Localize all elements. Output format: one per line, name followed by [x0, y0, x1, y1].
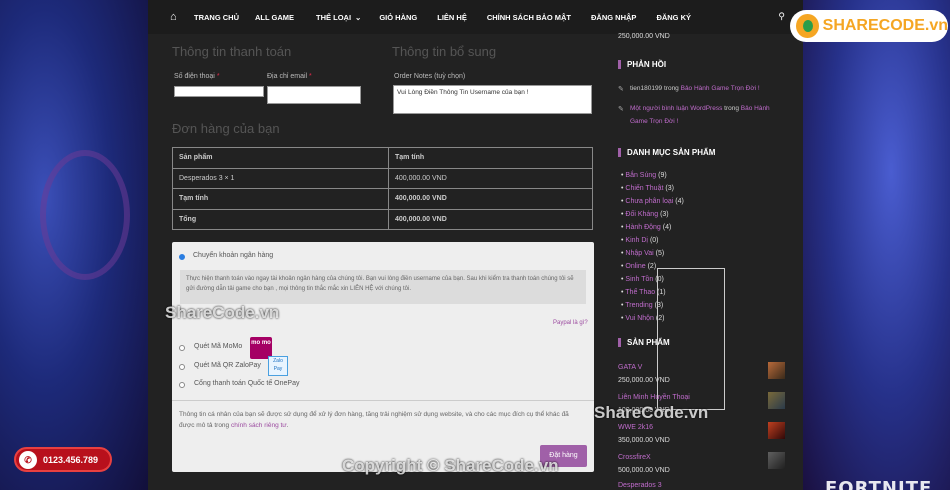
privacy-policy-link[interactable]: chính sách riêng tư [231, 422, 287, 429]
product-thumbnail[interactable] [768, 422, 785, 439]
nav-item-home[interactable]: TRANG CHỦ [194, 13, 239, 22]
table-header-subtotal: Tạm tính [388, 147, 593, 169]
nav-item-contact[interactable]: LIÊN HỆ [437, 13, 467, 22]
watermark: ShareCode.vn [165, 303, 280, 322]
radio-bank-transfer[interactable] [179, 254, 185, 260]
comment-item: ✎ Một người bình luận WordPress trong Bảo… [618, 105, 770, 125]
table-row: Sản phẩm Tạm tính [172, 147, 593, 169]
product-thumbnail[interactable] [768, 452, 785, 469]
sidebar-top-price: 250,000.00 VND [618, 33, 670, 40]
category-item[interactable]: • Chiến Thuật (3) [621, 185, 674, 192]
fortnite-logo: FORTNITE [825, 478, 933, 490]
divider [172, 400, 594, 401]
table-cell: Desperados 3 × 1 [172, 167, 389, 189]
nav-item-privacy[interactable]: CHÍNH SÁCH BẢO MẬT [487, 13, 571, 22]
comment-post-link[interactable]: Bảo Hành Game Trọn Đời ! [681, 85, 760, 92]
product-thumbnail[interactable] [768, 392, 785, 409]
product-price: 250,000.00 VND [618, 377, 670, 384]
bank-transfer-note: Thực hiện thanh toán vào ngay tài khoản … [180, 270, 586, 304]
radio-zalopay[interactable] [179, 364, 185, 370]
nav-item-login[interactable]: ĐĂNG NHẬP [591, 13, 636, 22]
background-left [0, 0, 148, 490]
table-cell: 400,000.00 VND [388, 167, 593, 189]
category-item[interactable]: • Kinh Dị (0) [621, 237, 659, 244]
phone-icon: ✆ [19, 450, 37, 469]
table-row: Tổng 400,000.00 VND [172, 208, 593, 230]
category-item[interactable]: • Hành Động (4) [621, 224, 671, 231]
product-name[interactable]: Liên Minh Huyền Thoại [618, 394, 690, 401]
chevron-down-icon[interactable]: ⌄ [355, 13, 361, 22]
product-price: 350,000.00 VND [618, 437, 670, 444]
watermark: ShareCode.vn [594, 403, 709, 422]
order-notes-textarea[interactable]: Vui Lòng Điền Thông Tin Username của bạn… [393, 85, 592, 114]
sharecode-logo: SHARECODE.vn [790, 10, 948, 42]
comment-author-link[interactable]: Một người bình luận WordPress [630, 105, 722, 112]
nav-item-register[interactable]: ĐĂNG KÝ [656, 13, 691, 22]
table-cell: Tổng [172, 208, 389, 230]
ferris-wheel-art [40, 150, 130, 280]
table-cell: Tạm tính [172, 188, 389, 210]
feedback-title: PHẢN HỒI [618, 60, 666, 69]
nav-item-category[interactable]: THỂ LOẠI [316, 13, 351, 22]
nav-item-cart[interactable]: GIỎ HÀNG [379, 13, 417, 22]
comment-icon: ✎ [618, 106, 624, 113]
email-input[interactable] [267, 86, 361, 104]
home-icon[interactable]: ⌂ [170, 11, 192, 23]
table-cell: 400,000.00 VND [388, 208, 593, 230]
category-item[interactable]: • Bắn Súng (9) [621, 172, 667, 179]
nav-item-all-game[interactable]: ALL GAME [255, 13, 294, 22]
categories-title: DANH MỤC SẢN PHẨM [618, 148, 715, 157]
privacy-text: Thông tin cá nhân của bạn sẽ được sử dụn… [179, 411, 569, 429]
payment-onepay-label[interactable]: Cổng thanh toán Quốc tế OnePay [194, 380, 299, 387]
table-cell: 400,000.00 VND [388, 188, 593, 210]
table-row: Desperados 3 × 1 400,000.00 VND [172, 167, 593, 189]
sharecode-mark-icon [796, 14, 819, 38]
call-button[interactable]: ✆ 0123.456.789 [14, 447, 112, 472]
order-notes-label: Order Notes (tuỳ chọn) [394, 73, 466, 80]
extra-info-title: Thông tin bổ sung [392, 44, 497, 59]
comment-icon: ✎ [618, 86, 624, 93]
comment-item: ✎ tien180199 trong Bảo Hành Game Trọn Đời… [618, 82, 780, 95]
payment-momo-label[interactable]: Quét Mã MoMo [194, 343, 242, 350]
product-price: 500,000.00 VND [618, 467, 670, 474]
billing-title: Thông tin thanh toán [172, 44, 292, 59]
search-icon[interactable]: ⚲ [778, 11, 785, 22]
order-table: Sản phẩm Tạm tính Desperados 3 × 1 400,0… [172, 147, 593, 230]
product-name[interactable]: GATA V [618, 364, 642, 371]
category-item[interactable]: • Online (2) [621, 263, 656, 270]
watermark: Copyright © ShareCode.vn [342, 456, 559, 475]
zalopay-logo: Zalo Pay [268, 356, 288, 376]
products-title: SẢN PHẨM [618, 338, 670, 347]
table-row: Tạm tính 400,000.00 VND [172, 188, 593, 210]
table-header-product: Sản phẩm [172, 147, 389, 169]
category-item[interactable]: • Đối Kháng (3) [621, 211, 669, 218]
product-name[interactable]: Desperados 3 [618, 482, 662, 489]
product-name[interactable]: CrossfireX [618, 454, 651, 461]
order-title: Đơn hàng của bạn [172, 121, 280, 136]
category-item[interactable]: • Nhập Vai (5) [621, 250, 664, 257]
email-label: Địa chỉ email * [267, 73, 312, 80]
category-item[interactable]: • Chưa phân loại (4) [621, 198, 684, 205]
product-name[interactable]: WWE 2k16 [618, 424, 653, 431]
radio-onepay[interactable] [179, 382, 185, 388]
top-nav: ⌂ TRANG CHỦ ALL GAME THỂ LOẠI ⌄ GIỎ HÀNG… [148, 0, 803, 34]
background-right [803, 0, 950, 490]
payment-zalopay-label[interactable]: Quét Mã QR ZaloPay [194, 362, 261, 369]
phone-input[interactable] [174, 86, 264, 97]
paypal-info-link[interactable]: Paypal là gì? [553, 320, 588, 326]
product-thumbnail[interactable] [768, 362, 785, 379]
radio-momo[interactable] [179, 345, 185, 351]
phone-label: Số điện thoại * [174, 73, 220, 80]
payment-bank-label[interactable]: Chuyển khoản ngân hàng [193, 252, 273, 259]
